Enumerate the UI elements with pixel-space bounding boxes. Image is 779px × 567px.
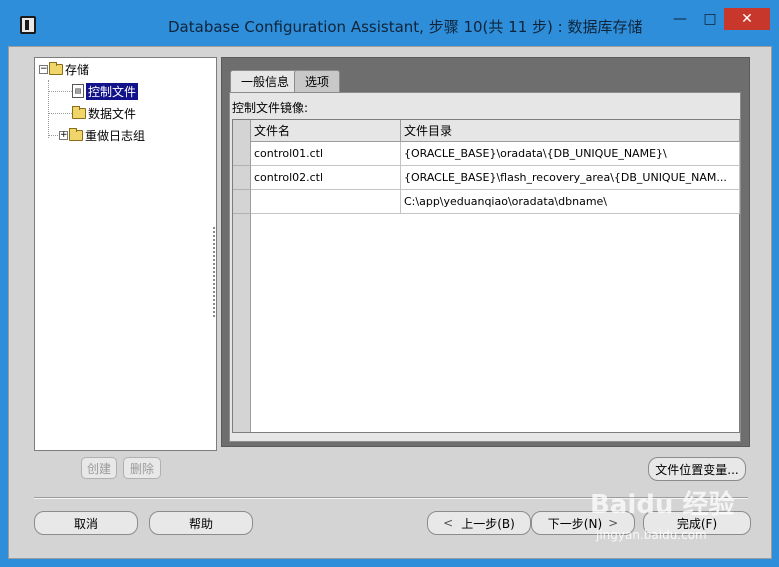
control-file-icon: ▤: [72, 84, 84, 98]
cell-directory[interactable]: {ORACLE_BASE}\oradata\{DB_UNIQUE_NAME}\: [401, 142, 740, 166]
folder-icon: [69, 127, 83, 141]
control-file-mirror-label: 控制文件镜像:: [232, 101, 309, 115]
tab-options[interactable]: 选项: [294, 70, 341, 92]
next-button-label: 下一步(N): [547, 516, 603, 531]
tree-node-storage[interactable]: − 存储: [39, 60, 89, 78]
back-button-label: 上一步(B): [461, 516, 515, 531]
row-header[interactable]: [233, 142, 251, 166]
delete-button[interactable]: 删除: [123, 457, 161, 479]
table-row[interactable]: control01.ctl {ORACLE_BASE}\oradata\{DB_…: [233, 142, 740, 166]
window-title: Database Configuration Assistant, 步骤 10(…: [168, 18, 643, 36]
chevron-right-icon: >: [608, 516, 619, 530]
chevron-left-icon: <: [443, 516, 454, 530]
tree-node-label: 存储: [65, 62, 90, 77]
table-header: 文件名 文件目录: [251, 120, 740, 142]
detail-panel: 一般信息 选项 控制文件镜像: 文件名 文件目录 control01.ctl {…: [221, 57, 750, 447]
row-header[interactable]: [233, 166, 251, 190]
column-header-directory[interactable]: 文件目录: [401, 120, 740, 142]
expand-icon[interactable]: +: [59, 130, 68, 140]
tree-connector: [48, 91, 72, 92]
tree-node-label: 重做日志组: [85, 128, 146, 143]
collapse-icon[interactable]: −: [39, 64, 48, 74]
divider: [34, 497, 748, 499]
tree-node-label: 控制文件: [86, 82, 139, 100]
cancel-button[interactable]: 取消: [34, 511, 138, 535]
folder-open-icon: [49, 61, 63, 75]
next-button[interactable]: 下一步(N) >: [531, 511, 635, 535]
create-button[interactable]: 创建: [81, 457, 117, 479]
tree-connector: [48, 80, 49, 138]
back-button[interactable]: < 上一步(B): [427, 511, 531, 535]
cell-filename[interactable]: [251, 190, 401, 214]
help-button[interactable]: 帮助: [149, 511, 253, 535]
cell-directory[interactable]: C:\app\yeduanqiao\oradata\dbname\: [401, 190, 740, 214]
tree-node-control-files[interactable]: ▤ 控制文件: [72, 82, 139, 100]
close-button[interactable]: ✕: [724, 8, 770, 30]
folder-icon: [72, 105, 86, 119]
cell-directory[interactable]: {ORACLE_BASE}\flash_recovery_area\{DB_UN…: [401, 166, 740, 190]
column-header-filename[interactable]: 文件名: [251, 120, 401, 142]
dialog-body: − 存储 ▤ 控制文件 数据文件 + 重做日志组 一般信息 选项 控制文件镜像:…: [8, 46, 772, 559]
maximize-button[interactable]: □: [696, 8, 724, 30]
tree-connector: [48, 113, 72, 114]
cell-filename[interactable]: control02.ctl: [251, 166, 401, 190]
table-row[interactable]: control02.ctl {ORACLE_BASE}\flash_recove…: [233, 166, 740, 190]
minimize-button[interactable]: —: [666, 8, 694, 30]
tree-node-label: 数据文件: [88, 106, 137, 121]
control-file-table[interactable]: 文件名 文件目录 control01.ctl {ORACLE_BASE}\ora…: [232, 119, 740, 433]
storage-tree[interactable]: − 存储 ▤ 控制文件 数据文件 + 重做日志组: [34, 57, 217, 451]
file-location-variables-button[interactable]: 文件位置变量...: [648, 457, 746, 481]
tab-content-general: 控制文件镜像: 文件名 文件目录 control01.ctl {ORACLE_B…: [229, 92, 741, 442]
dbca-window: Database Configuration Assistant, 步骤 10(…: [0, 0, 779, 567]
app-icon: [20, 16, 36, 34]
cell-filename[interactable]: control01.ctl: [251, 142, 401, 166]
row-header[interactable]: [233, 190, 251, 214]
tree-node-redo-log-groups[interactable]: + 重做日志组: [59, 126, 145, 144]
splitter-handle[interactable]: [213, 227, 216, 317]
table-row[interactable]: C:\app\yeduanqiao\oradata\dbname\: [233, 190, 740, 214]
tree-node-data-files[interactable]: 数据文件: [72, 104, 136, 122]
tab-general-info[interactable]: 一般信息: [230, 70, 301, 92]
title-bar[interactable]: Database Configuration Assistant, 步骤 10(…: [0, 0, 779, 46]
finish-button[interactable]: 完成(F): [643, 511, 751, 535]
